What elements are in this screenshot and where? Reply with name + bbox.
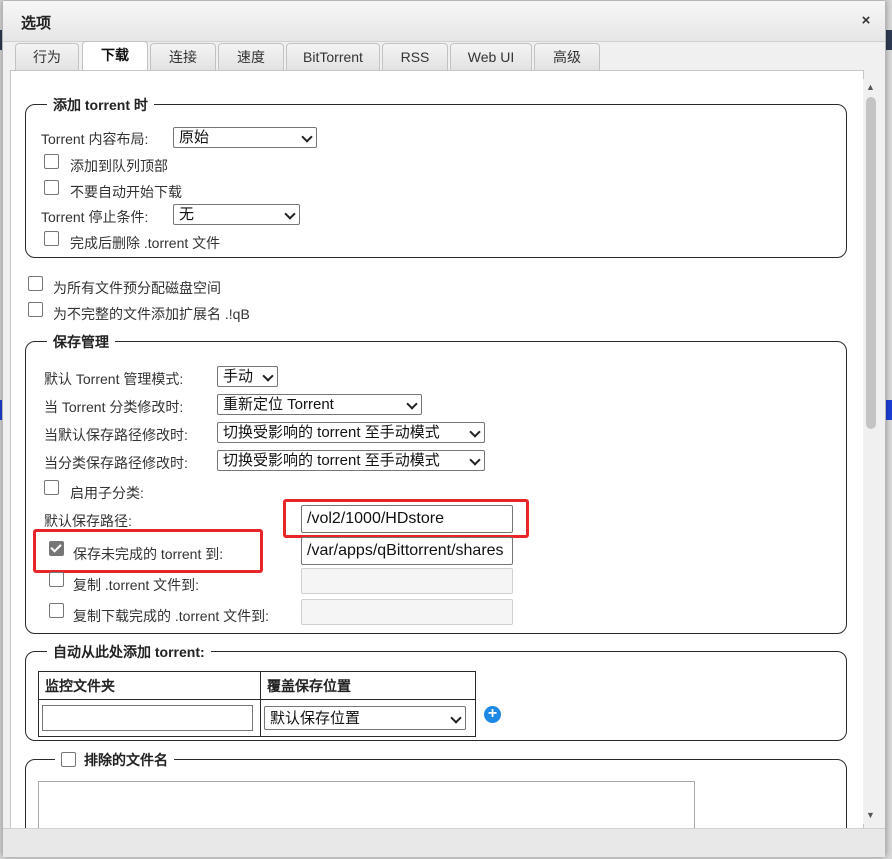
default-path-change-label: 当默认保存路径修改时:	[44, 427, 188, 443]
content-layout-label: Torrent 内容布局:	[41, 131, 149, 147]
scroll-up-icon[interactable]: ▲	[866, 83, 875, 92]
mgmt-mode-select[interactable]: 手动	[217, 366, 278, 387]
content-layout-value: 原始	[179, 129, 210, 146]
delete-torrent-label: 完成后删除 .torrent 文件	[70, 235, 221, 251]
prealloc-checkbox[interactable]	[28, 276, 43, 291]
no-autostart-checkbox[interactable]	[44, 180, 59, 195]
default-save-path-label: 默认保存路径:	[44, 513, 132, 529]
mgmt-mode-value: 手动	[223, 368, 254, 385]
scrollbar-thumb[interactable]	[866, 97, 876, 429]
exclude-files-legend-wrap: 排除的文件名	[55, 750, 174, 770]
delete-torrent-checkbox[interactable]	[44, 231, 59, 246]
stop-condition-value: 无	[179, 206, 195, 223]
tab-webui[interactable]: Web UI	[450, 43, 532, 70]
append-ext-checkbox[interactable]	[28, 302, 43, 317]
subcategory-label: 启用子分类:	[70, 485, 144, 501]
tab-rss[interactable]: RSS	[382, 43, 448, 70]
incomplete-path-input[interactable]: /var/apps/qBittorrent/shares	[301, 537, 513, 565]
mgmt-mode-label: 默认 Torrent 管理模式:	[44, 371, 184, 387]
highlight-box	[33, 529, 263, 573]
tab-downloads[interactable]: 下载	[82, 41, 148, 71]
tab-connection[interactable]: 连接	[150, 43, 216, 70]
stop-condition-select[interactable]: 无	[173, 204, 300, 225]
override-location-value: 默认保存位置	[270, 710, 361, 727]
append-ext-label: 为不完整的文件添加扩展名 .!qB	[53, 306, 250, 322]
dialog-titlebar[interactable]: 选项 ×	[3, 1, 885, 42]
chevron-down-icon	[450, 712, 462, 724]
tab-behavior[interactable]: 行为	[15, 43, 79, 70]
default-path-change-value: 切换受影响的 torrent 至手动模式	[223, 424, 440, 441]
copy-torrent-input[interactable]	[301, 568, 513, 594]
close-icon[interactable]: ×	[859, 13, 873, 28]
tab-speed[interactable]: 速度	[218, 43, 284, 70]
dialog-footer	[3, 828, 885, 857]
exclude-files-textarea[interactable]	[38, 781, 695, 829]
category-path-change-value: 切换受影响的 torrent 至手动模式	[223, 452, 440, 469]
copy-finished-checkbox[interactable]	[49, 603, 64, 618]
override-location-select[interactable]: 默认保存位置	[264, 706, 466, 730]
scroll-down-icon[interactable]: ▼	[866, 811, 875, 820]
vertical-scrollbar[interactable]: ▲ ▼	[863, 79, 878, 824]
add-watch-folder-icon[interactable]: +	[484, 706, 501, 723]
watch-folder-cell	[38, 699, 261, 737]
default-path-change-select[interactable]: 切换受影响的 torrent 至手动模式	[217, 422, 485, 443]
settings-panel[interactable]: 添加 torrent 时 Torrent 内容布局: 原始 添加到队列顶部 不要…	[10, 70, 864, 830]
options-dialog: 选项 × 行为 下载 连接 速度 BitTorrent RSS Web UI 高…	[2, 0, 886, 857]
chevron-down-icon	[262, 370, 274, 382]
override-location-cell: 默认保存位置	[260, 699, 476, 737]
category-change-label: 当 Torrent 分类修改时:	[44, 399, 184, 415]
chevron-down-icon	[469, 426, 481, 438]
chevron-down-icon	[469, 454, 481, 466]
copy-finished-input[interactable]	[301, 599, 513, 625]
subcategory-checkbox[interactable]	[44, 480, 59, 495]
exclude-files-checkbox[interactable]	[61, 752, 76, 767]
stop-condition-label: Torrent 停止条件:	[41, 209, 149, 225]
add-torrent-legend: 添加 torrent 时	[47, 95, 154, 115]
chevron-down-icon	[284, 208, 296, 220]
watch-folder-header: 监控文件夹	[38, 671, 261, 700]
category-path-change-select[interactable]: 切换受影响的 torrent 至手动模式	[217, 450, 485, 471]
highlight-box	[283, 499, 529, 538]
content-layout-select[interactable]: 原始	[173, 127, 317, 148]
top-queue-checkbox[interactable]	[44, 154, 59, 169]
category-change-value: 重新定位 Torrent	[223, 396, 334, 413]
chevron-down-icon	[301, 131, 313, 143]
prealloc-label: 为所有文件预分配磁盘空间	[53, 280, 221, 296]
top-queue-label: 添加到队列顶部	[70, 158, 168, 174]
tab-bittorrent[interactable]: BitTorrent	[286, 43, 380, 70]
override-location-header: 覆盖保存位置	[260, 671, 476, 700]
category-path-change-label: 当分类保存路径修改时:	[44, 455, 188, 471]
copy-torrent-checkbox[interactable]	[49, 572, 64, 587]
copy-finished-label: 复制下载完成的 .torrent 文件到:	[73, 608, 270, 624]
dialog-title: 选项	[21, 15, 52, 32]
save-management-legend: 保存管理	[47, 332, 115, 352]
tab-advanced[interactable]: 高级	[534, 43, 600, 70]
exclude-files-legend: 排除的文件名	[84, 752, 168, 768]
copy-torrent-label: 复制 .torrent 文件到:	[73, 577, 200, 593]
category-change-select[interactable]: 重新定位 Torrent	[217, 394, 422, 415]
chevron-down-icon	[406, 398, 418, 410]
auto-add-legend: 自动从此处添加 torrent:	[47, 642, 211, 662]
watch-folder-table: 监控文件夹 覆盖保存位置 默认保存位置	[38, 671, 476, 737]
no-autostart-label: 不要自动开始下载	[70, 184, 182, 200]
watch-folder-input[interactable]	[42, 705, 253, 731]
